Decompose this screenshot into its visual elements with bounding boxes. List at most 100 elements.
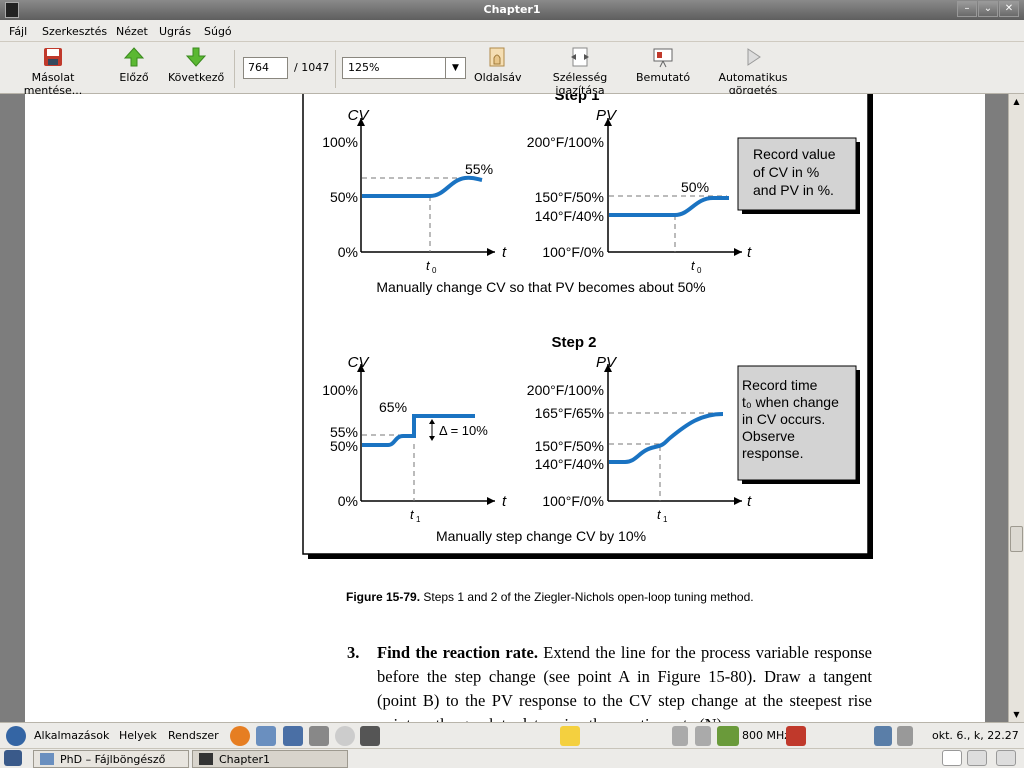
fit-width-icon xyxy=(571,47,589,67)
next-page-button[interactable]: Következő xyxy=(168,46,224,84)
step1-caption: Manually change CV so that PV becomes ab… xyxy=(376,279,705,295)
toolbar-separator xyxy=(335,50,336,88)
step2-caption: Manually step change CV by 10% xyxy=(436,528,646,544)
firefox-icon[interactable] xyxy=(230,726,250,746)
scroll-down-icon[interactable]: ▼ xyxy=(1009,707,1024,722)
menu-go[interactable]: Ugrás xyxy=(159,25,191,38)
minimize-button[interactable]: – xyxy=(957,1,977,17)
zoom-select[interactable]: 125% ▼ xyxy=(342,57,466,79)
step2-delta-label: Δ = 10% xyxy=(439,423,488,438)
save-copy-button[interactable]: Másolat mentése... xyxy=(6,46,100,97)
next-label: Következő xyxy=(168,71,225,84)
workspace-2[interactable] xyxy=(967,750,987,766)
step1-pv-tick-140: 140°F/40% xyxy=(535,208,604,224)
calculator-icon[interactable] xyxy=(309,726,329,746)
step2-note-line: Observe xyxy=(742,428,795,444)
step3-number: 3. xyxy=(347,643,360,662)
disc-icon[interactable] xyxy=(335,726,355,746)
task-file-browser[interactable]: PhD – Fájlböngésző xyxy=(33,750,189,768)
top-panel: Alkalmazások Helyek Rendszer 800 MHz okt… xyxy=(0,722,1024,748)
step2-pv-tick-140: 140°F/40% xyxy=(535,456,604,472)
folder-icon xyxy=(40,753,54,765)
previous-label: Előző xyxy=(119,71,149,84)
task-chapter1-label: Chapter1 xyxy=(219,753,270,766)
menu-view[interactable]: Nézet xyxy=(116,25,148,38)
step1-note-line: of CV in % xyxy=(753,164,819,180)
step2-note-line: response. xyxy=(742,445,803,461)
figure-diagram: Step 1Step 2CV100%50%0%55%tt 0PV200°F/100… xyxy=(302,94,873,559)
step1-pv-tick-150: 150°F/50% xyxy=(535,189,604,205)
menu-places[interactable]: Helyek xyxy=(119,729,157,742)
fit-width-button[interactable]: Szélesség igazítása xyxy=(530,46,630,97)
cpu-freq-icon xyxy=(717,726,739,746)
arrow-down-icon xyxy=(185,47,207,67)
presentation-button[interactable]: Bemutató xyxy=(636,46,690,84)
cpu-meter-icon xyxy=(672,726,688,746)
step1-cv-tick-50: 50% xyxy=(330,189,358,205)
system-monitor-icon[interactable] xyxy=(360,726,380,746)
page-number-input[interactable]: 764 xyxy=(243,57,288,79)
step1-note-line: and PV in %. xyxy=(753,182,834,198)
menu-applications[interactable]: Alkalmazások xyxy=(34,729,109,742)
document-viewer-icon xyxy=(199,753,213,765)
scrollbar-thumb[interactable] xyxy=(1010,526,1023,552)
trash-icon[interactable] xyxy=(996,750,1016,766)
step1-title: Step 1 xyxy=(554,94,599,104)
task-file-browser-label: PhD – Fájlböngésző xyxy=(60,753,166,766)
ubuntu-logo-icon[interactable] xyxy=(6,726,26,746)
step2-pv-axis-label: PV xyxy=(596,354,618,371)
window-title: Chapter1 xyxy=(483,3,541,16)
autoscroll-button[interactable]: Automatikus görgetés xyxy=(696,46,810,97)
step2-cv-annotation: 65% xyxy=(379,399,407,415)
close-button[interactable]: ✕ xyxy=(999,1,1019,17)
presentation-icon xyxy=(653,48,673,68)
menu-bar: Fájl Szerkesztés Nézet Ugrás Súgó xyxy=(0,20,1024,42)
step1-cv-axis-label: CV xyxy=(348,107,371,124)
cpu-frequency: 800 MHz xyxy=(742,729,791,742)
step2-title: Step 2 xyxy=(551,334,596,351)
show-desktop-icon[interactable] xyxy=(4,750,22,766)
clock[interactable]: okt. 6., k, 22.27 xyxy=(932,729,1019,742)
mail-icon[interactable] xyxy=(256,726,276,746)
step1-cv-t0-sub: 0 xyxy=(432,266,437,275)
step1-cv-annotation: 55% xyxy=(465,161,493,177)
figure-caption-label: Figure 15-79. xyxy=(346,590,421,604)
network-icon[interactable] xyxy=(874,726,892,746)
chevron-down-icon: ▼ xyxy=(445,58,465,78)
figure-caption-text: Steps 1 and 2 of the Ziegler-Nichols ope… xyxy=(420,590,754,604)
menu-help[interactable]: Súgó xyxy=(204,25,232,38)
step2-cv-axis-label: CV xyxy=(348,354,371,371)
folder-icon[interactable] xyxy=(560,726,580,746)
save-icon xyxy=(44,48,62,66)
step2-note-line: in CV occurs. xyxy=(742,411,825,427)
sidebar-label: Oldalsáv xyxy=(474,71,522,84)
document-page: Step 1 Step 2 CV 100% 50% 0% 55% t t 0 PV 200°F/100… xyxy=(25,94,985,722)
title-bar: Chapter1 – ⌄ ✕ xyxy=(0,0,1024,20)
step1-cv-tick-0: 0% xyxy=(338,244,358,260)
sidebar-button[interactable]: Oldalsáv xyxy=(474,46,522,84)
maximize-button[interactable]: ⌄ xyxy=(978,1,998,17)
step2-pv-tick-100: 100°F/0% xyxy=(542,493,604,509)
document-view[interactable]: Step 1 Step 2 CV 100% 50% 0% 55% t t 0 PV 200°F/100… xyxy=(0,94,1024,722)
arrow-up-icon xyxy=(123,47,145,67)
step2-cv-tick-0: 0% xyxy=(338,493,358,509)
step2-pv-tick-165: 165°F/65% xyxy=(535,405,604,421)
step3-heading: Find the reaction rate. xyxy=(377,643,538,662)
step2-note-line: t₀ when change xyxy=(742,394,839,410)
page-total: / 1047 xyxy=(294,61,330,74)
volume-icon[interactable] xyxy=(897,726,913,746)
terminal-icon[interactable] xyxy=(283,726,303,746)
play-icon xyxy=(747,48,761,66)
presentation-label: Bemutató xyxy=(636,71,691,84)
step1-cv-tick-100: 100% xyxy=(322,134,358,150)
previous-page-button[interactable]: Előző xyxy=(116,46,152,84)
menu-edit[interactable]: Szerkesztés xyxy=(42,25,107,38)
menu-file[interactable]: Fájl xyxy=(9,25,27,38)
task-chapter1[interactable]: Chapter1 xyxy=(192,750,348,768)
vertical-scrollbar[interactable]: ▲ ▼ xyxy=(1008,94,1024,722)
toolbar: Másolat mentése... Előző Következő 764 /… xyxy=(0,42,1024,97)
workspace-1[interactable] xyxy=(942,750,962,766)
menu-system[interactable]: Rendszer xyxy=(168,729,219,742)
scroll-up-icon[interactable]: ▲ xyxy=(1009,94,1024,109)
power-icon[interactable] xyxy=(786,726,806,746)
